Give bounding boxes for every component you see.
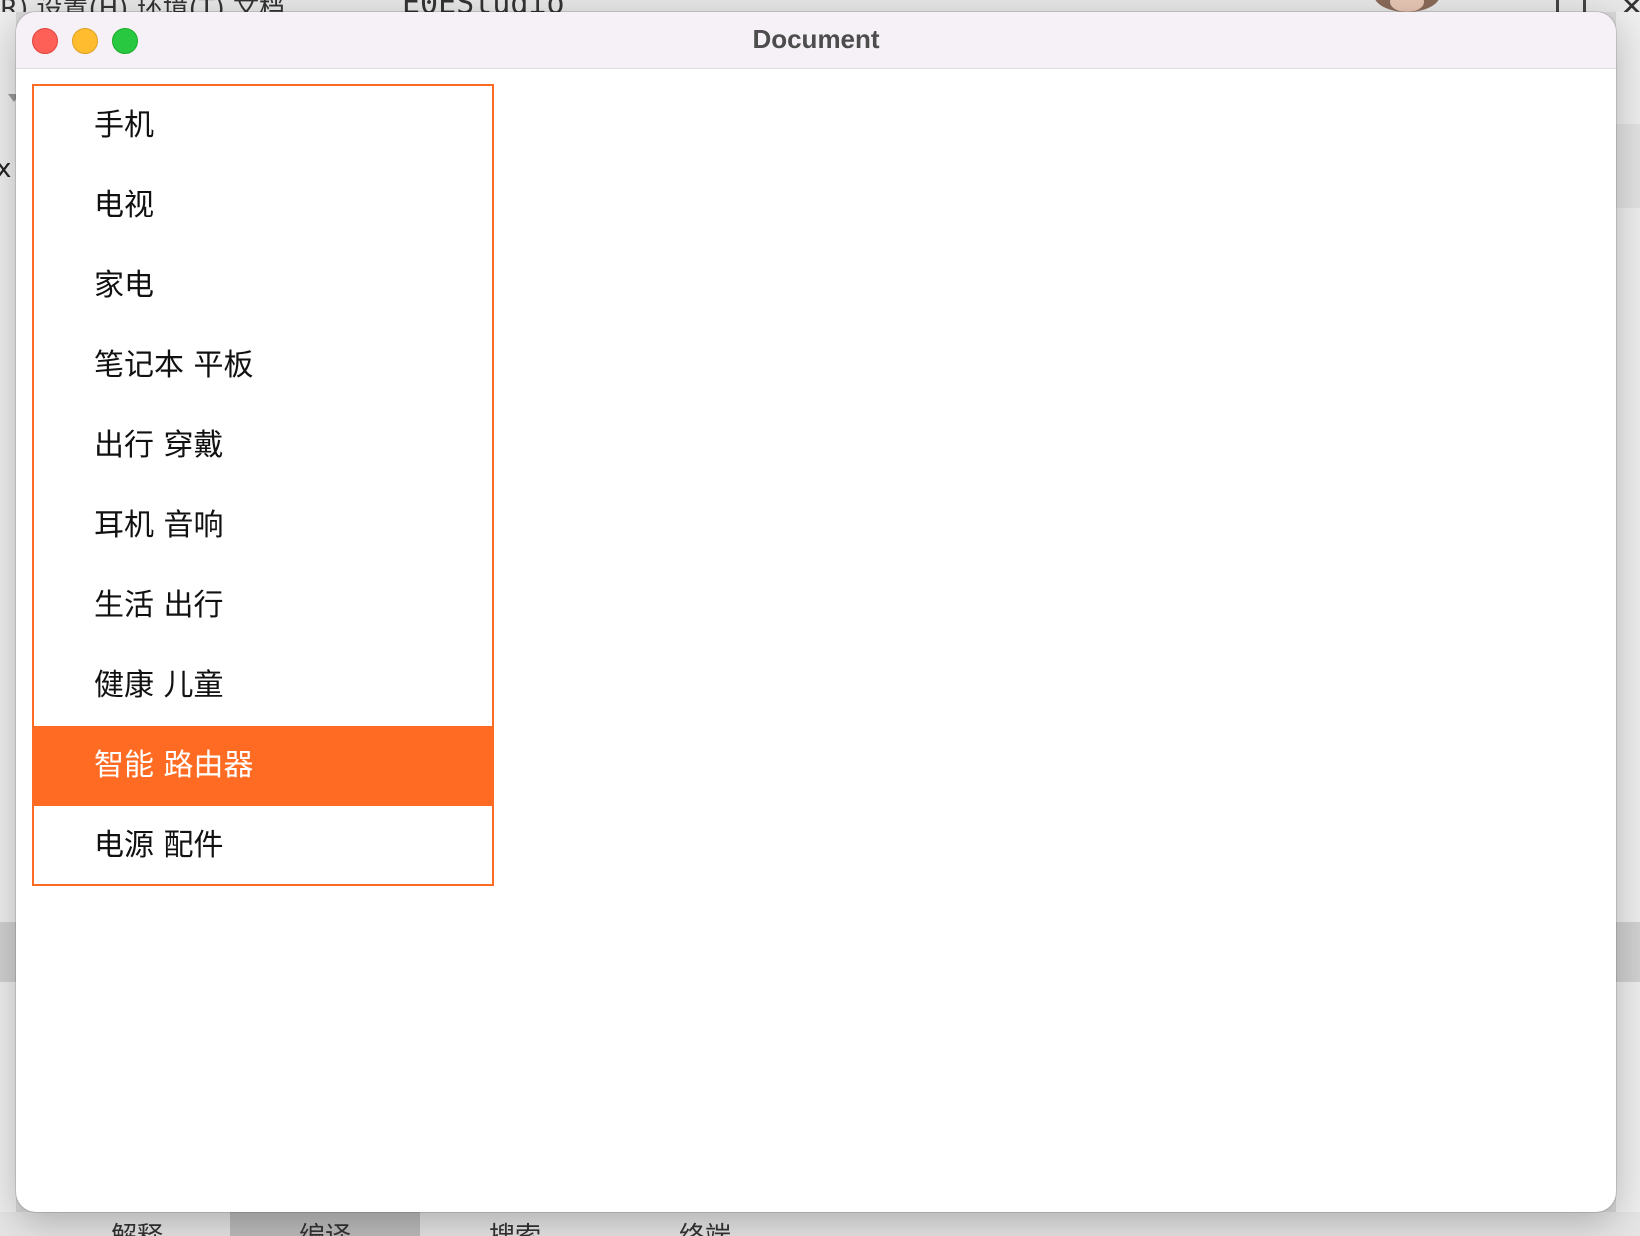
background-left-text: x: [0, 154, 12, 184]
category-item-health-kids[interactable]: 健康 儿童: [34, 646, 492, 726]
category-item-appliances[interactable]: 家电: [34, 246, 492, 326]
window-title: Document: [752, 24, 880, 54]
category-item-headphones-speakers[interactable]: 耳机 音响: [34, 486, 492, 566]
background-panel-divider: [1616, 922, 1640, 982]
background-right-band: [1616, 124, 1640, 208]
background-menu-text: R) 设置(H) 环境(T) 文档: [0, 0, 285, 12]
category-item-travel-wearables[interactable]: 出行 穿戴: [34, 406, 492, 486]
category-item-lifestyle-travel[interactable]: 生活 出行: [34, 566, 492, 646]
window-toggle-icon[interactable]: [1556, 0, 1586, 12]
bottom-tab-compile[interactable]: 编译: [230, 1212, 420, 1236]
category-item-phone[interactable]: 手机: [34, 86, 492, 166]
category-item-power-accessories[interactable]: 电源 配件: [34, 806, 492, 886]
category-item-smart-router[interactable]: 智能 路由器: [34, 726, 492, 806]
category-list: 手机 电视 家电 笔记本 平板 出行 穿戴 耳机 音响 生活 出行 健康 儿童 …: [32, 84, 494, 886]
bottom-tab-explain[interactable]: 解释: [42, 1212, 232, 1236]
document-window: Document 手机 电视 家电 笔记本 平板 出行 穿戴 耳机 音响 生活 …: [16, 12, 1616, 1212]
bottom-tab-search[interactable]: 搜索: [420, 1212, 610, 1236]
bottom-tab-terminal[interactable]: 终端: [610, 1212, 800, 1236]
background-close-icon[interactable]: ✕: [1620, 0, 1640, 12]
background-panel-divider: [0, 922, 16, 982]
background-app-title: E0EStudio: [402, 0, 565, 12]
category-item-tv[interactable]: 电视: [34, 166, 492, 246]
category-item-laptop-tablet[interactable]: 笔记本 平板: [34, 326, 492, 406]
background-menubar: R) 设置(H) 环境(T) 文档 E0EStudio ✕: [0, 0, 1640, 12]
window-titlebar[interactable]: Document: [16, 12, 1616, 69]
background-right-panel: [1616, 12, 1640, 1236]
background-bottom-tabs: 解释 编译 搜索 终端: [0, 1212, 1640, 1236]
background-left-panel: x: [0, 12, 20, 1236]
